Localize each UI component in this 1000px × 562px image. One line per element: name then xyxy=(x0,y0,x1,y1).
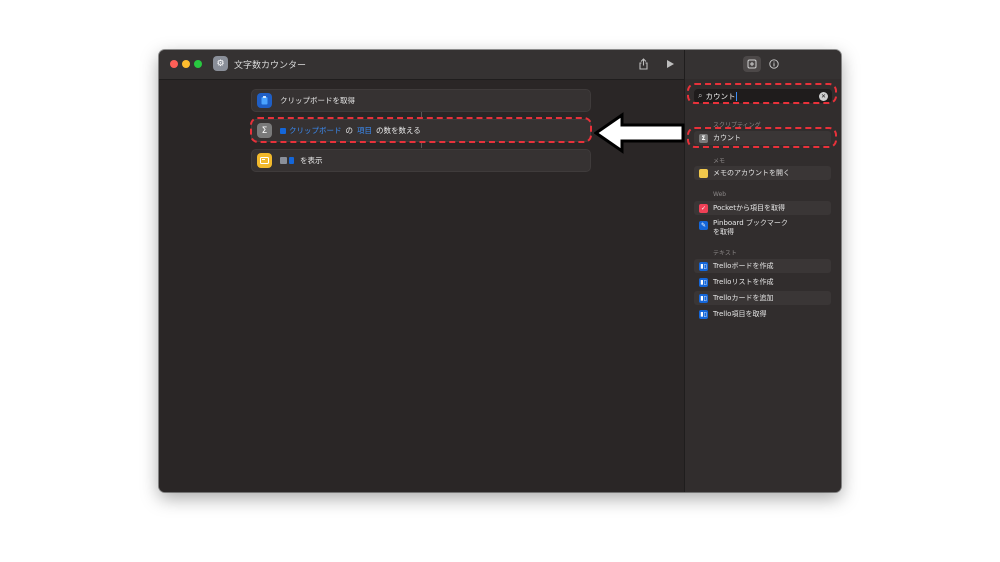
trello-icon: ▮▯ xyxy=(699,277,708,287)
annotation-arrow-icon xyxy=(594,112,685,154)
sidebar-header xyxy=(685,50,841,79)
show-result-icon xyxy=(257,153,272,168)
sidebar-item-label: Pinboard ブックマーク を取得 xyxy=(713,219,788,236)
count-variable-icon xyxy=(280,157,287,164)
minimize-window-button[interactable] xyxy=(182,60,190,68)
library-icon xyxy=(747,59,757,69)
action-get-clipboard[interactable]: クリップボードを取得 xyxy=(251,89,591,112)
sidebar-item-trello-board[interactable]: ▮▯ Trelloボードを作成 xyxy=(694,259,831,273)
info-icon xyxy=(769,59,779,69)
trello-icon: ▮▯ xyxy=(699,309,708,319)
pocket-icon: ✓ xyxy=(699,203,708,213)
sidebar-item-pocket[interactable]: ✓ Pocketから項目を取得 xyxy=(694,201,831,215)
sidebar-item-label: Trello項目を取得 xyxy=(713,309,767,318)
actions-library-sidebar: ⌕ カウント ✕ スクリプティング Σ カウント メモ メモのアカウントを開く … xyxy=(684,50,841,492)
count-variable-token[interactable] xyxy=(289,157,294,164)
sidebar-item-trello-list[interactable]: ▮▯ Trelloリストを作成 xyxy=(694,275,831,289)
shortcut-icon[interactable]: ⚙ xyxy=(213,56,228,71)
tab-action-library[interactable] xyxy=(743,56,761,72)
title-bar: ⚙ 文字数カウンター xyxy=(159,50,684,80)
action-show-result[interactable]: を表示 xyxy=(251,149,591,172)
run-button[interactable] xyxy=(662,56,678,72)
sidebar-item-label: メモのアカウントを開く xyxy=(713,168,790,177)
section-title-notes: メモ xyxy=(713,158,726,165)
sidebar-item-label: Trelloカードを追加 xyxy=(713,293,774,302)
window-title: 文字数カウンター xyxy=(234,61,307,71)
action-label: クリップボードを取得 xyxy=(280,96,355,105)
pinboard-icon: ✎ xyxy=(699,221,708,230)
tab-shortcut-details[interactable] xyxy=(765,56,783,72)
zoom-window-button[interactable] xyxy=(194,60,202,68)
sidebar-item-trello-items[interactable]: ▮▯ Trello項目を取得 xyxy=(694,307,831,321)
section-title-text: テキスト xyxy=(713,250,737,257)
trello-icon: ▮▯ xyxy=(699,261,708,271)
close-window-button[interactable] xyxy=(170,60,178,68)
trello-icon: ▮▯ xyxy=(699,293,708,303)
play-icon xyxy=(666,60,674,68)
sidebar-item-label: Trelloリストを作成 xyxy=(713,277,774,286)
notes-icon xyxy=(699,168,708,178)
sidebar-item-pinboard[interactable]: ✎ Pinboard ブックマーク を取得 xyxy=(694,217,831,239)
highlight-count-action xyxy=(250,117,592,143)
action-label-suffix: を表示 xyxy=(300,156,323,165)
share-icon xyxy=(638,58,648,70)
share-button[interactable] xyxy=(635,56,651,72)
highlight-search-field xyxy=(687,83,837,104)
clipboard-icon xyxy=(257,93,272,108)
sidebar-item-label: Pocketから項目を取得 xyxy=(713,203,785,212)
sidebar-item-trello-card[interactable]: ▮▯ Trelloカードを追加 xyxy=(694,291,831,305)
sidebar-item-open-notes-account[interactable]: メモのアカウントを開く xyxy=(694,166,831,180)
section-title-web: Web xyxy=(713,191,727,198)
sidebar-item-label: Trelloボードを作成 xyxy=(713,261,774,270)
highlight-count-item xyxy=(687,127,837,148)
